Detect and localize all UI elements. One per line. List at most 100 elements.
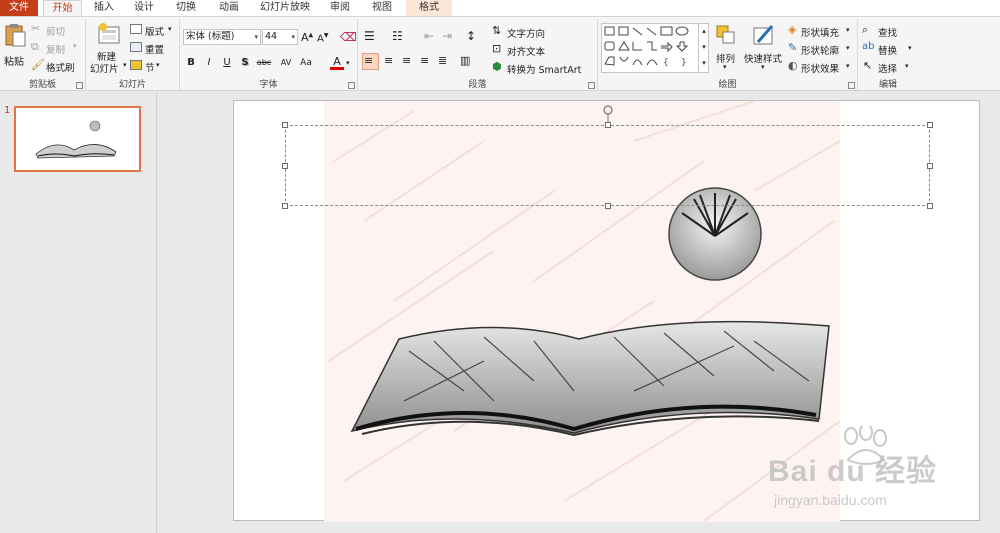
underline-button[interactable]: U bbox=[220, 56, 234, 70]
format-painter-label: 格式刷 bbox=[46, 63, 75, 74]
font-launcher-icon[interactable] bbox=[348, 82, 355, 89]
shape-outline-button[interactable]: ✎ 形状轮廓 ▾ bbox=[788, 41, 854, 57]
tab-format[interactable]: 格式 bbox=[406, 0, 452, 16]
tab-review[interactable]: 审阅 bbox=[322, 0, 358, 16]
align-text-button[interactable]: ⊡ 对齐文本 bbox=[492, 42, 592, 58]
shapes-gallery[interactable]: {} bbox=[601, 23, 709, 73]
shape-effects-icon: ◐ bbox=[788, 59, 798, 72]
font-name-combo[interactable]: 宋体 (标题) ▾ bbox=[183, 29, 261, 45]
replace-button[interactable]: ab 替换 ▾ bbox=[862, 41, 914, 57]
title-placeholder-textbox[interactable] bbox=[282, 105, 933, 209]
quick-styles-icon bbox=[753, 25, 774, 45]
shape-effects-button[interactable]: ◐ 形状效果 ▾ bbox=[788, 59, 854, 75]
new-slide-button[interactable]: 新建 幻灯片 ▾ bbox=[89, 22, 129, 75]
reset-button[interactable]: 重置 bbox=[130, 41, 176, 56]
italic-button[interactable]: I bbox=[202, 56, 216, 70]
bullets-icon[interactable]: ☰ bbox=[364, 29, 375, 43]
resize-handle-top-left[interactable] bbox=[282, 122, 288, 128]
resize-handle-bottom-left[interactable] bbox=[282, 203, 288, 209]
cut-button[interactable]: ✂ 剪切 bbox=[31, 22, 81, 38]
paste-button[interactable]: 粘贴 bbox=[2, 23, 28, 68]
tab-insert[interactable]: 插入 bbox=[86, 0, 122, 16]
tab-home[interactable]: 开始 bbox=[43, 0, 82, 16]
rotate-handle-icon[interactable] bbox=[602, 104, 614, 122]
justify-icon[interactable]: ≡ bbox=[420, 54, 429, 67]
copy-button[interactable]: ⧉ 复制 ▾ bbox=[31, 40, 81, 56]
align-left-icon: ≡ bbox=[364, 54, 374, 67]
strikethrough-button[interactable]: abc bbox=[254, 56, 274, 70]
arrange-button[interactable]: 排列 ▾ bbox=[713, 24, 741, 74]
bold-button[interactable]: B bbox=[184, 56, 198, 70]
new-slide-label-2: 幻灯片 bbox=[90, 64, 119, 75]
shadow-button[interactable]: S bbox=[238, 56, 252, 70]
numbering-icon[interactable]: ☷ bbox=[392, 29, 403, 43]
slide-thumbnail[interactable] bbox=[14, 106, 141, 172]
line-spacing-icon[interactable]: ↕ bbox=[466, 29, 476, 43]
tab-design[interactable]: 设计 bbox=[126, 0, 162, 16]
ribbon: 粘贴 ✂ 剪切 ⧉ 复制 ▾ 🖌 格式刷 剪贴板 新建 幻灯片 ▾ 版式 ▾ 重… bbox=[0, 16, 1000, 91]
clear-formatting-icon[interactable]: ⌫ bbox=[340, 30, 357, 44]
slide-number: 1 bbox=[4, 105, 11, 116]
distributed-icon[interactable]: ≣ bbox=[438, 54, 447, 67]
resize-handle-top[interactable] bbox=[605, 122, 611, 128]
resize-handle-left[interactable] bbox=[282, 163, 288, 169]
text-direction-label: 文字方向 bbox=[507, 29, 546, 40]
align-right-icon[interactable]: ≡ bbox=[402, 54, 411, 67]
quick-styles-dropdown-icon: ▾ bbox=[761, 63, 765, 71]
slides-group-label: 幻灯片 bbox=[118, 80, 146, 90]
font-size-combo[interactable]: 44 ▾ bbox=[262, 29, 298, 45]
replace-icon: ab bbox=[862, 41, 875, 52]
font-color-dropdown-icon[interactable]: ▾ bbox=[346, 59, 350, 67]
columns-icon[interactable]: ▥ bbox=[460, 54, 470, 67]
shape-outline-label: 形状轮廓 bbox=[801, 46, 840, 57]
watermark-brand: Bai du 经验 bbox=[768, 455, 938, 488]
drawing-group: {} ▴ ▾ ▾ 排列 ▾ 快速样式 ▾ ◈ 形状填充 ▾ ✎ 形状轮廓 ▾ ◐… bbox=[598, 19, 858, 91]
quick-styles-button[interactable]: 快速样式 ▾ bbox=[744, 24, 784, 74]
tab-file[interactable]: 文件 bbox=[0, 0, 38, 16]
clipboard-launcher-icon[interactable] bbox=[76, 82, 83, 89]
select-dropdown-icon: ▾ bbox=[905, 62, 909, 70]
smartart-icon: ⬢ bbox=[492, 60, 502, 73]
change-case-button[interactable]: Aa bbox=[296, 56, 316, 70]
shrink-font-icon[interactable]: A▼ bbox=[317, 32, 328, 44]
text-direction-icon: ⇅ bbox=[492, 24, 502, 37]
powerpoint-window: 文件 开始 插入 设计 切换 动画 幻灯片放映 审阅 视图 格式 粘贴 ✂ 剪切 bbox=[0, 0, 1000, 533]
copy-label: 复制 bbox=[46, 45, 66, 56]
arrange-icon bbox=[716, 25, 735, 44]
convert-smartart-button[interactable]: ⬢ 转换为 SmartArt bbox=[492, 60, 596, 76]
text-direction-button[interactable]: ⇅ 文字方向 bbox=[492, 24, 592, 40]
shapes-gallery-scroll[interactable]: ▴ ▾ ▾ bbox=[698, 23, 709, 73]
shape-fill-dropdown-icon: ▾ bbox=[846, 26, 850, 34]
tab-slideshow[interactable]: 幻灯片放映 bbox=[254, 0, 316, 16]
drawing-launcher-icon[interactable] bbox=[848, 82, 855, 89]
resize-handle-bottom-right[interactable] bbox=[927, 203, 933, 209]
tab-view[interactable]: 视图 bbox=[364, 0, 400, 16]
shape-fill-button[interactable]: ◈ 形状填充 ▾ bbox=[788, 23, 854, 39]
paste-icon bbox=[5, 24, 26, 47]
align-center-icon[interactable]: ≡ bbox=[384, 54, 393, 67]
resize-handle-right[interactable] bbox=[927, 163, 933, 169]
reset-label: 重置 bbox=[145, 45, 165, 56]
character-spacing-button[interactable]: AV bbox=[276, 56, 296, 70]
font-color-button[interactable]: A bbox=[330, 56, 344, 70]
section-icon bbox=[130, 60, 142, 70]
section-button[interactable]: 节 ▾ bbox=[130, 59, 176, 74]
ribbon-tab-bar: 文件 开始 插入 设计 切换 动画 幻灯片放映 审阅 视图 格式 bbox=[0, 0, 1000, 16]
select-button[interactable]: ↖ 选择 ▾ bbox=[862, 59, 914, 75]
tab-transitions[interactable]: 切换 bbox=[168, 0, 204, 16]
drawing-group-label: 绘图 bbox=[718, 80, 737, 90]
layout-button[interactable]: 版式 ▾ bbox=[130, 23, 176, 38]
resize-handle-top-right[interactable] bbox=[927, 122, 933, 128]
shape-outline-dropdown-icon: ▾ bbox=[846, 44, 850, 52]
format-painter-button[interactable]: 🖌 格式刷 bbox=[31, 58, 81, 74]
baidu-jingyan-watermark: Bai du 经验 jingyan.baidu.com bbox=[766, 423, 996, 516]
increase-indent-icon[interactable]: ⇥ bbox=[442, 29, 452, 43]
tab-animations[interactable]: 动画 bbox=[210, 0, 248, 16]
paragraph-launcher-icon[interactable] bbox=[588, 82, 595, 89]
find-button[interactable]: ⌕ 查找 bbox=[862, 23, 914, 39]
layout-dropdown-icon: ▾ bbox=[168, 25, 172, 33]
new-slide-dropdown-icon: ▾ bbox=[123, 61, 127, 69]
grow-font-icon[interactable]: A▲ bbox=[301, 31, 313, 44]
resize-handle-bottom[interactable] bbox=[605, 203, 611, 209]
decrease-indent-icon[interactable]: ⇤ bbox=[424, 29, 434, 43]
